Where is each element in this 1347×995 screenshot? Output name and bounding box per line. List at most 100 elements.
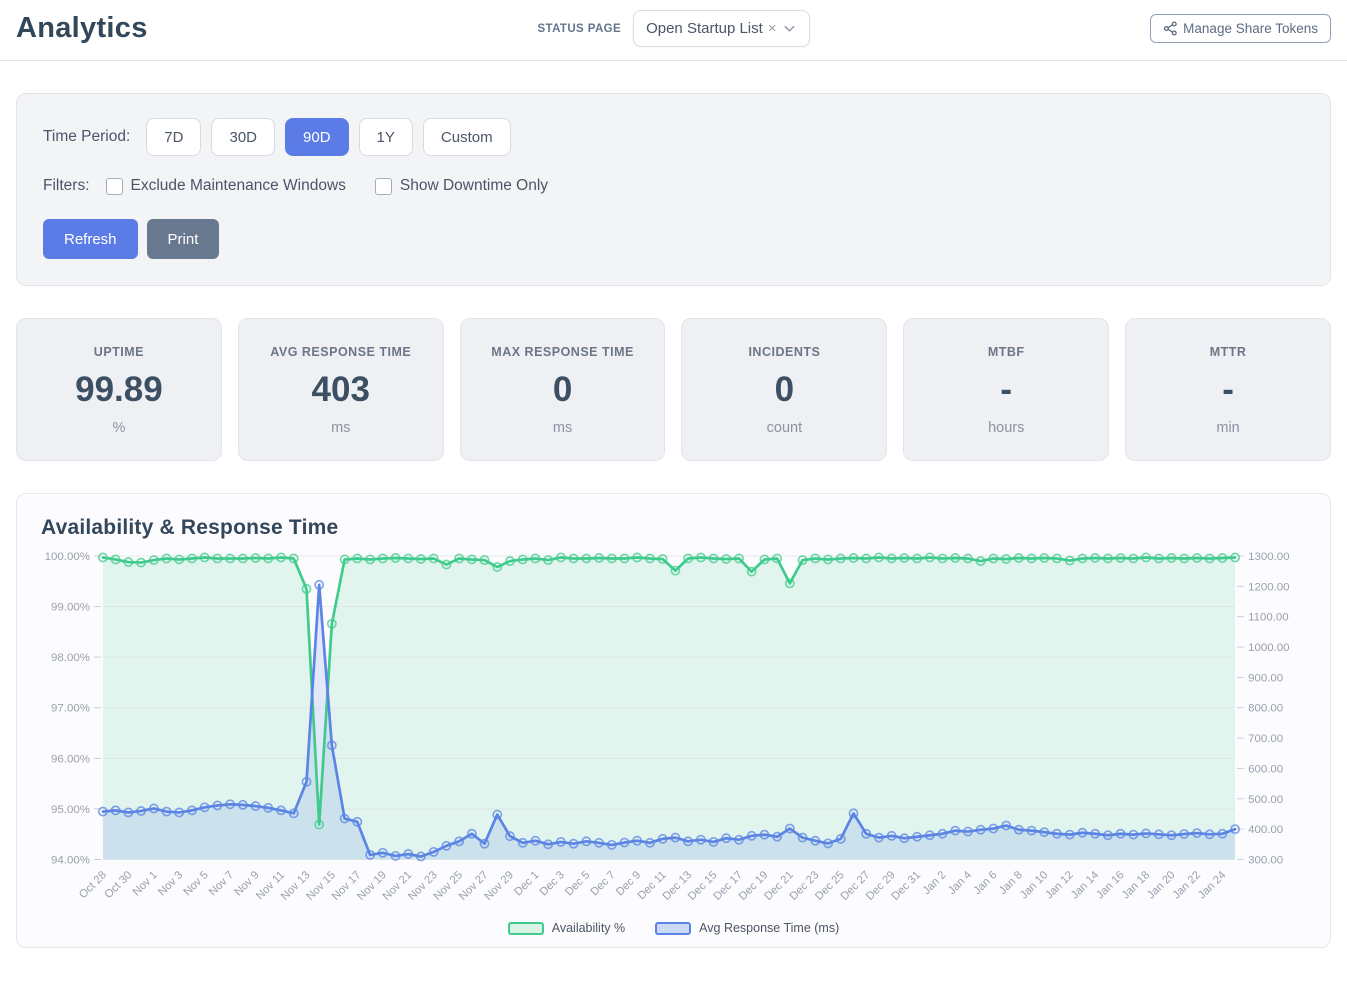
time-period-label: Time Period: bbox=[43, 128, 130, 146]
stat-card-mttr: MTTR - min bbox=[1125, 318, 1331, 461]
time-period-buttons: 7D 30D 90D 1Y Custom bbox=[146, 118, 510, 156]
right-axis-label: 1100.00 bbox=[1248, 612, 1289, 624]
stat-label: UPTIME bbox=[25, 345, 213, 359]
status-page-label: STATUS PAGE bbox=[537, 23, 621, 35]
period-button-90d[interactable]: 90D bbox=[285, 118, 349, 156]
x-axis-label: Dec 7 bbox=[589, 869, 618, 898]
left-axis-label: 95.00% bbox=[51, 804, 90, 816]
share-icon bbox=[1163, 21, 1178, 36]
header-actions: Manage Share Tokens bbox=[810, 14, 1331, 43]
stat-label: MAX RESPONSE TIME bbox=[469, 345, 657, 359]
legend-swatch bbox=[655, 922, 691, 935]
x-axis-label: Dec 31 bbox=[889, 869, 923, 903]
x-axis-label: Jan 16 bbox=[1094, 869, 1126, 901]
stat-card-avg-response-time: AVG RESPONSE TIME 403 ms bbox=[238, 318, 444, 461]
stat-card-mtbf: MTBF - hours bbox=[903, 318, 1109, 461]
x-axis-label: Jan 24 bbox=[1196, 869, 1228, 901]
stat-unit: ms bbox=[469, 420, 657, 436]
right-axis-label: 1000.00 bbox=[1248, 642, 1289, 654]
stat-value: 0 bbox=[690, 370, 878, 410]
stat-value: 0 bbox=[469, 370, 657, 410]
right-axis-label: 600.00 bbox=[1248, 763, 1283, 775]
legend-item-availability[interactable]: Availability % bbox=[508, 921, 625, 935]
filter-option-show-downtime-only: Show Downtime Only bbox=[375, 177, 548, 195]
manage-share-tokens-button[interactable]: Manage Share Tokens bbox=[1150, 14, 1331, 43]
filter-option-exclude-maintenance-windows: Exclude Maintenance Windows bbox=[106, 177, 346, 195]
checkbox-exclude-maintenance-windows[interactable] bbox=[106, 178, 123, 195]
legend-label: Availability % bbox=[552, 921, 625, 935]
filters-row: Filters: Exclude Maintenance Windows Show… bbox=[43, 177, 1304, 195]
x-axis-label: Jan 12 bbox=[1043, 869, 1075, 901]
left-axis-label: 97.00% bbox=[51, 703, 90, 715]
x-axis-label: Nov 29 bbox=[482, 869, 516, 903]
chart-panel: Availability & Response Time 100.00%99.0… bbox=[16, 493, 1331, 948]
stats-row: UPTIME99.89%AVG RESPONSE TIME403msMAX RE… bbox=[16, 318, 1331, 461]
stat-label: AVG RESPONSE TIME bbox=[247, 345, 435, 359]
checkbox-label: Show Downtime Only bbox=[400, 177, 548, 195]
stat-unit: hours bbox=[912, 420, 1100, 436]
right-axis-label: 700.00 bbox=[1248, 733, 1283, 745]
chart-legend: Availability % Avg Response Time (ms) bbox=[41, 921, 1306, 935]
status-page-control: STATUS PAGE Open Startup List × bbox=[537, 10, 809, 47]
checkbox-show-downtime-only[interactable] bbox=[375, 178, 392, 195]
stat-value: - bbox=[912, 370, 1100, 410]
stat-value: - bbox=[1134, 370, 1322, 410]
stat-card-max-response-time: MAX RESPONSE TIME 0 ms bbox=[460, 318, 666, 461]
time-period-row: Time Period: 7D 30D 90D 1Y Custom bbox=[43, 118, 1304, 156]
x-axis-label: Jan 4 bbox=[946, 869, 974, 897]
filters-panel: Time Period: 7D 30D 90D 1Y Custom Filters: E… bbox=[16, 93, 1331, 286]
status-page-select[interactable]: Open Startup List × bbox=[633, 10, 810, 47]
print-button[interactable]: Print bbox=[147, 219, 220, 259]
left-axis-label: 100.00% bbox=[45, 551, 90, 563]
left-axis-label: 98.00% bbox=[51, 652, 90, 664]
period-button-custom[interactable]: Custom bbox=[423, 118, 511, 156]
x-axis-label: Jan 14 bbox=[1069, 869, 1101, 901]
x-axis-label: Nov 5 bbox=[182, 869, 211, 898]
x-axis-label: Jan 20 bbox=[1145, 869, 1177, 901]
manage-share-tokens-label: Manage Share Tokens bbox=[1183, 21, 1318, 36]
x-axis-label: Oct 28 bbox=[77, 869, 109, 901]
stat-label: INCIDENTS bbox=[690, 345, 878, 359]
x-axis-label: Jan 6 bbox=[972, 869, 1000, 897]
stat-unit: ms bbox=[247, 420, 435, 436]
x-axis-label: Oct 30 bbox=[103, 869, 135, 901]
stat-value: 403 bbox=[247, 370, 435, 410]
right-axis-label: 1200.00 bbox=[1248, 581, 1289, 593]
clear-selection-icon[interactable]: × bbox=[768, 21, 777, 36]
right-axis-label: 800.00 bbox=[1248, 703, 1283, 715]
stat-card-incidents: INCIDENTS 0 count bbox=[681, 318, 887, 461]
legend-item-avg-response-time-ms[interactable]: Avg Response Time (ms) bbox=[655, 921, 839, 935]
right-axis-label: 1300.00 bbox=[1248, 551, 1289, 563]
x-axis-label: Nov 1 bbox=[131, 869, 160, 898]
period-button-30d[interactable]: 30D bbox=[211, 118, 275, 156]
availability-response-chart: 100.00%99.00%98.00%97.00%96.00%95.00%94.… bbox=[41, 544, 1306, 921]
page-title: Analytics bbox=[16, 12, 537, 45]
stat-unit: min bbox=[1134, 420, 1322, 436]
chart-title: Availability & Response Time bbox=[41, 516, 1306, 540]
stat-unit: count bbox=[690, 420, 878, 436]
filter-actions-row: Refresh Print bbox=[43, 219, 1304, 259]
x-axis-label: Dec 1 bbox=[512, 869, 541, 898]
left-axis-label: 96.00% bbox=[51, 753, 90, 765]
filters-label: Filters: bbox=[43, 177, 90, 195]
x-axis-label: Dec 5 bbox=[563, 869, 592, 898]
stat-label: MTTR bbox=[1134, 345, 1322, 359]
stat-label: MTBF bbox=[912, 345, 1100, 359]
header: Analytics STATUS PAGE Open Startup List … bbox=[0, 0, 1347, 61]
x-axis-label: Jan 18 bbox=[1120, 869, 1152, 901]
period-button-7d[interactable]: 7D bbox=[146, 118, 201, 156]
x-axis-label: Dec 3 bbox=[538, 869, 567, 898]
right-axis-label: 900.00 bbox=[1248, 672, 1283, 684]
filter-checkboxes: Exclude Maintenance Windows Show Downtime… bbox=[90, 177, 549, 195]
stat-value: 99.89 bbox=[25, 370, 213, 410]
period-button-1y[interactable]: 1Y bbox=[359, 118, 413, 156]
stat-unit: % bbox=[25, 420, 213, 436]
chevron-down-icon bbox=[782, 21, 797, 36]
x-axis-label: Jan 22 bbox=[1171, 869, 1203, 901]
refresh-button[interactable]: Refresh bbox=[43, 219, 138, 259]
checkbox-label: Exclude Maintenance Windows bbox=[131, 177, 346, 195]
left-axis-label: 94.00% bbox=[51, 854, 90, 866]
legend-swatch bbox=[508, 922, 544, 935]
x-axis-label: Jan 10 bbox=[1018, 869, 1050, 901]
legend-label: Avg Response Time (ms) bbox=[699, 921, 839, 935]
